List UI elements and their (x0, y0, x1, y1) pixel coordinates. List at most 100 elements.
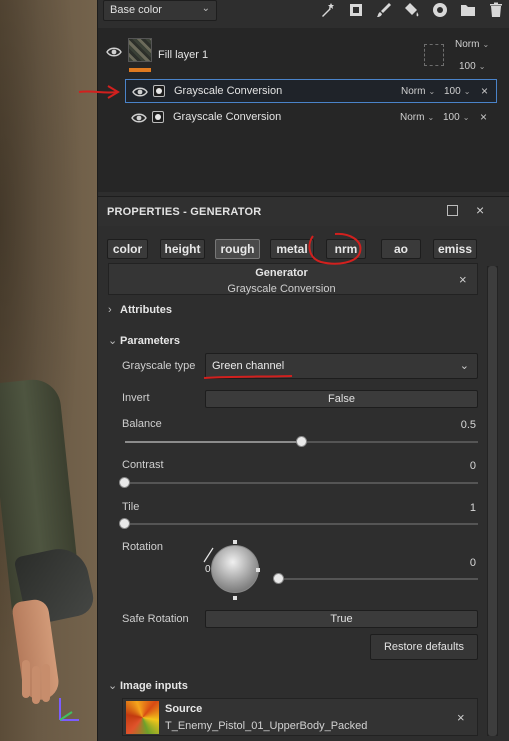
effect-blend-mode[interactable]: Norm ⌄ (401, 86, 435, 97)
balance-slider-fill (125, 441, 302, 443)
layer-stack: Fill layer 1 Norm ⌄ 100 ⌄ Grayscale Conver… (98, 28, 509, 192)
character-finger (22, 660, 30, 698)
channel-button-ao[interactable]: ao (381, 239, 421, 259)
channel-select[interactable]: Base color ⌄ (103, 0, 217, 21)
properties-title: PROPERTIES - GENERATOR (107, 206, 262, 218)
axis-gizmo-icon (59, 698, 79, 721)
contrast-slider-knob[interactable] (119, 477, 130, 488)
rotation-dial-tick (233, 596, 237, 600)
section-attributes[interactable]: › Attributes (108, 304, 172, 316)
invert-label: Invert (122, 392, 150, 404)
source-image-input[interactable]: Source T_Enemy_Pistol_01_UpperBody_Packe… (122, 698, 478, 736)
fill-layer-name: Fill layer 1 (158, 49, 209, 61)
undock-icon[interactable] (447, 205, 458, 216)
section-parameters[interactable]: ⌄ Parameters (108, 334, 180, 347)
balance-slider-knob[interactable] (295, 436, 307, 447)
fill-layer-blend-label: Norm (455, 39, 480, 50)
channel-button-height[interactable]: height (160, 239, 205, 259)
paint-brush-icon[interactable] (375, 1, 393, 19)
rotation-value[interactable]: 0 (438, 557, 476, 569)
annotation-underline-icon (203, 375, 293, 379)
visibility-eye-icon[interactable] (131, 112, 147, 124)
character-finger (32, 666, 40, 704)
channel-button-emiss[interactable]: emiss (433, 239, 477, 259)
fill-layer-thumbnail (128, 38, 152, 62)
section-image-inputs[interactable]: ⌄ Image inputs (108, 679, 188, 692)
chevron-down-icon: ⌄ (428, 87, 436, 96)
fill-layer-opacity[interactable]: 100 ⌄ (459, 61, 485, 72)
rotation-label: Rotation (122, 541, 163, 553)
channel-button-color[interactable]: color (107, 239, 148, 259)
annotation-arrow-icon (78, 85, 120, 99)
close-icon[interactable]: × (459, 272, 467, 287)
close-icon[interactable]: × (476, 202, 484, 218)
visibility-eye-icon[interactable] (106, 46, 122, 58)
section-image-inputs-label: Image inputs (120, 680, 188, 692)
tile-label: Tile (122, 501, 140, 513)
visibility-eye-icon[interactable] (132, 86, 148, 98)
effect-blend-mode[interactable]: Norm ⌄ (400, 112, 434, 123)
chevron-right-icon: › (108, 304, 112, 316)
color-picker-icon[interactable] (431, 1, 449, 19)
channel-button-rough[interactable]: rough (215, 239, 260, 259)
chevron-down-icon: ⌄ (482, 40, 490, 49)
effect-opacity-label: 100 (444, 86, 461, 97)
rotation-indicator-icon (203, 547, 214, 563)
effect-opacity[interactable]: 100 ⌄ (443, 112, 469, 123)
fill-effect-icon[interactable] (347, 1, 365, 19)
rotation-slider-knob[interactable] (273, 573, 284, 584)
trash-icon[interactable] (487, 1, 505, 19)
close-icon[interactable]: × (481, 84, 488, 98)
safe-rotation-toggle[interactable]: True (205, 610, 478, 628)
effect-blend-label: Norm (400, 112, 425, 123)
effect-row-grayscale[interactable]: Grayscale Conversion Norm ⌄ 100 ⌄ × (125, 106, 497, 130)
fill-layer-blend-mode[interactable]: Norm ⌄ (455, 39, 489, 50)
effect-row-grayscale-selected[interactable]: Grayscale Conversion Norm ⌄ 100 ⌄ × (125, 79, 497, 103)
chevron-down-icon: ⌄ (427, 113, 435, 122)
tile-slider-track[interactable] (125, 523, 478, 525)
section-attributes-label: Attributes (120, 304, 172, 316)
fill-layer-row[interactable]: Fill layer 1 Norm ⌄ 100 ⌄ (98, 28, 509, 78)
restore-defaults-button[interactable]: Restore defaults (370, 634, 478, 660)
balance-label: Balance (122, 418, 162, 430)
rotation-dial-tick (256, 568, 260, 572)
grayscale-type-value: Green channel (212, 360, 285, 372)
rotation-slider-track[interactable] (279, 578, 478, 580)
close-icon[interactable]: × (457, 710, 465, 725)
folder-icon[interactable] (459, 1, 477, 19)
generator-selector[interactable]: Generator Grayscale Conversion × (108, 263, 478, 295)
magic-wand-icon[interactable] (319, 1, 337, 19)
effect-blend-label: Norm (401, 86, 426, 97)
character-finger (42, 664, 50, 702)
tile-slider-knob[interactable] (119, 518, 130, 529)
layer-tool-icons (319, 0, 505, 20)
rotation-dial-tick (233, 540, 237, 544)
chevron-down-icon: ⌄ (459, 360, 469, 372)
scrollbar-thumb[interactable] (488, 266, 497, 736)
generator-name: Grayscale Conversion (227, 283, 336, 295)
viewport-3d[interactable] (0, 0, 97, 741)
tile-value[interactable]: 1 (438, 502, 476, 514)
chevron-down-icon: ⌄ (462, 113, 470, 122)
source-title: Source (165, 703, 203, 715)
layer-toolbar: Base color ⌄ (103, 0, 505, 22)
contrast-value[interactable]: 0 (438, 460, 476, 472)
fill-layer-color-tag (129, 68, 151, 72)
chevron-down-icon: ⌄ (478, 62, 486, 71)
layers-properties-panel: Base color ⌄ Fill layer 1 Norm ⌄ 100 ⌄ G… (97, 0, 509, 741)
effect-opacity[interactable]: 100 ⌄ (444, 86, 470, 97)
close-icon[interactable]: × (480, 110, 487, 124)
properties-scrollbar[interactable] (487, 266, 498, 736)
mask-slot[interactable] (424, 44, 444, 66)
balance-value[interactable]: 0.5 (438, 419, 476, 431)
rotation-dial-value: 0 (205, 564, 211, 575)
contrast-slider-track[interactable] (125, 482, 478, 484)
generator-title: Generator (255, 267, 308, 279)
chevron-down-icon: ⌄ (108, 680, 118, 692)
paint-bucket-icon[interactable] (403, 1, 421, 19)
source-file-name: T_Enemy_Pistol_01_UpperBody_Packed (165, 720, 368, 732)
chevron-down-icon: ⌄ (463, 87, 471, 96)
rotation-dial[interactable] (211, 545, 259, 593)
invert-toggle[interactable]: False (205, 390, 478, 408)
annotation-circle-icon (308, 232, 362, 265)
